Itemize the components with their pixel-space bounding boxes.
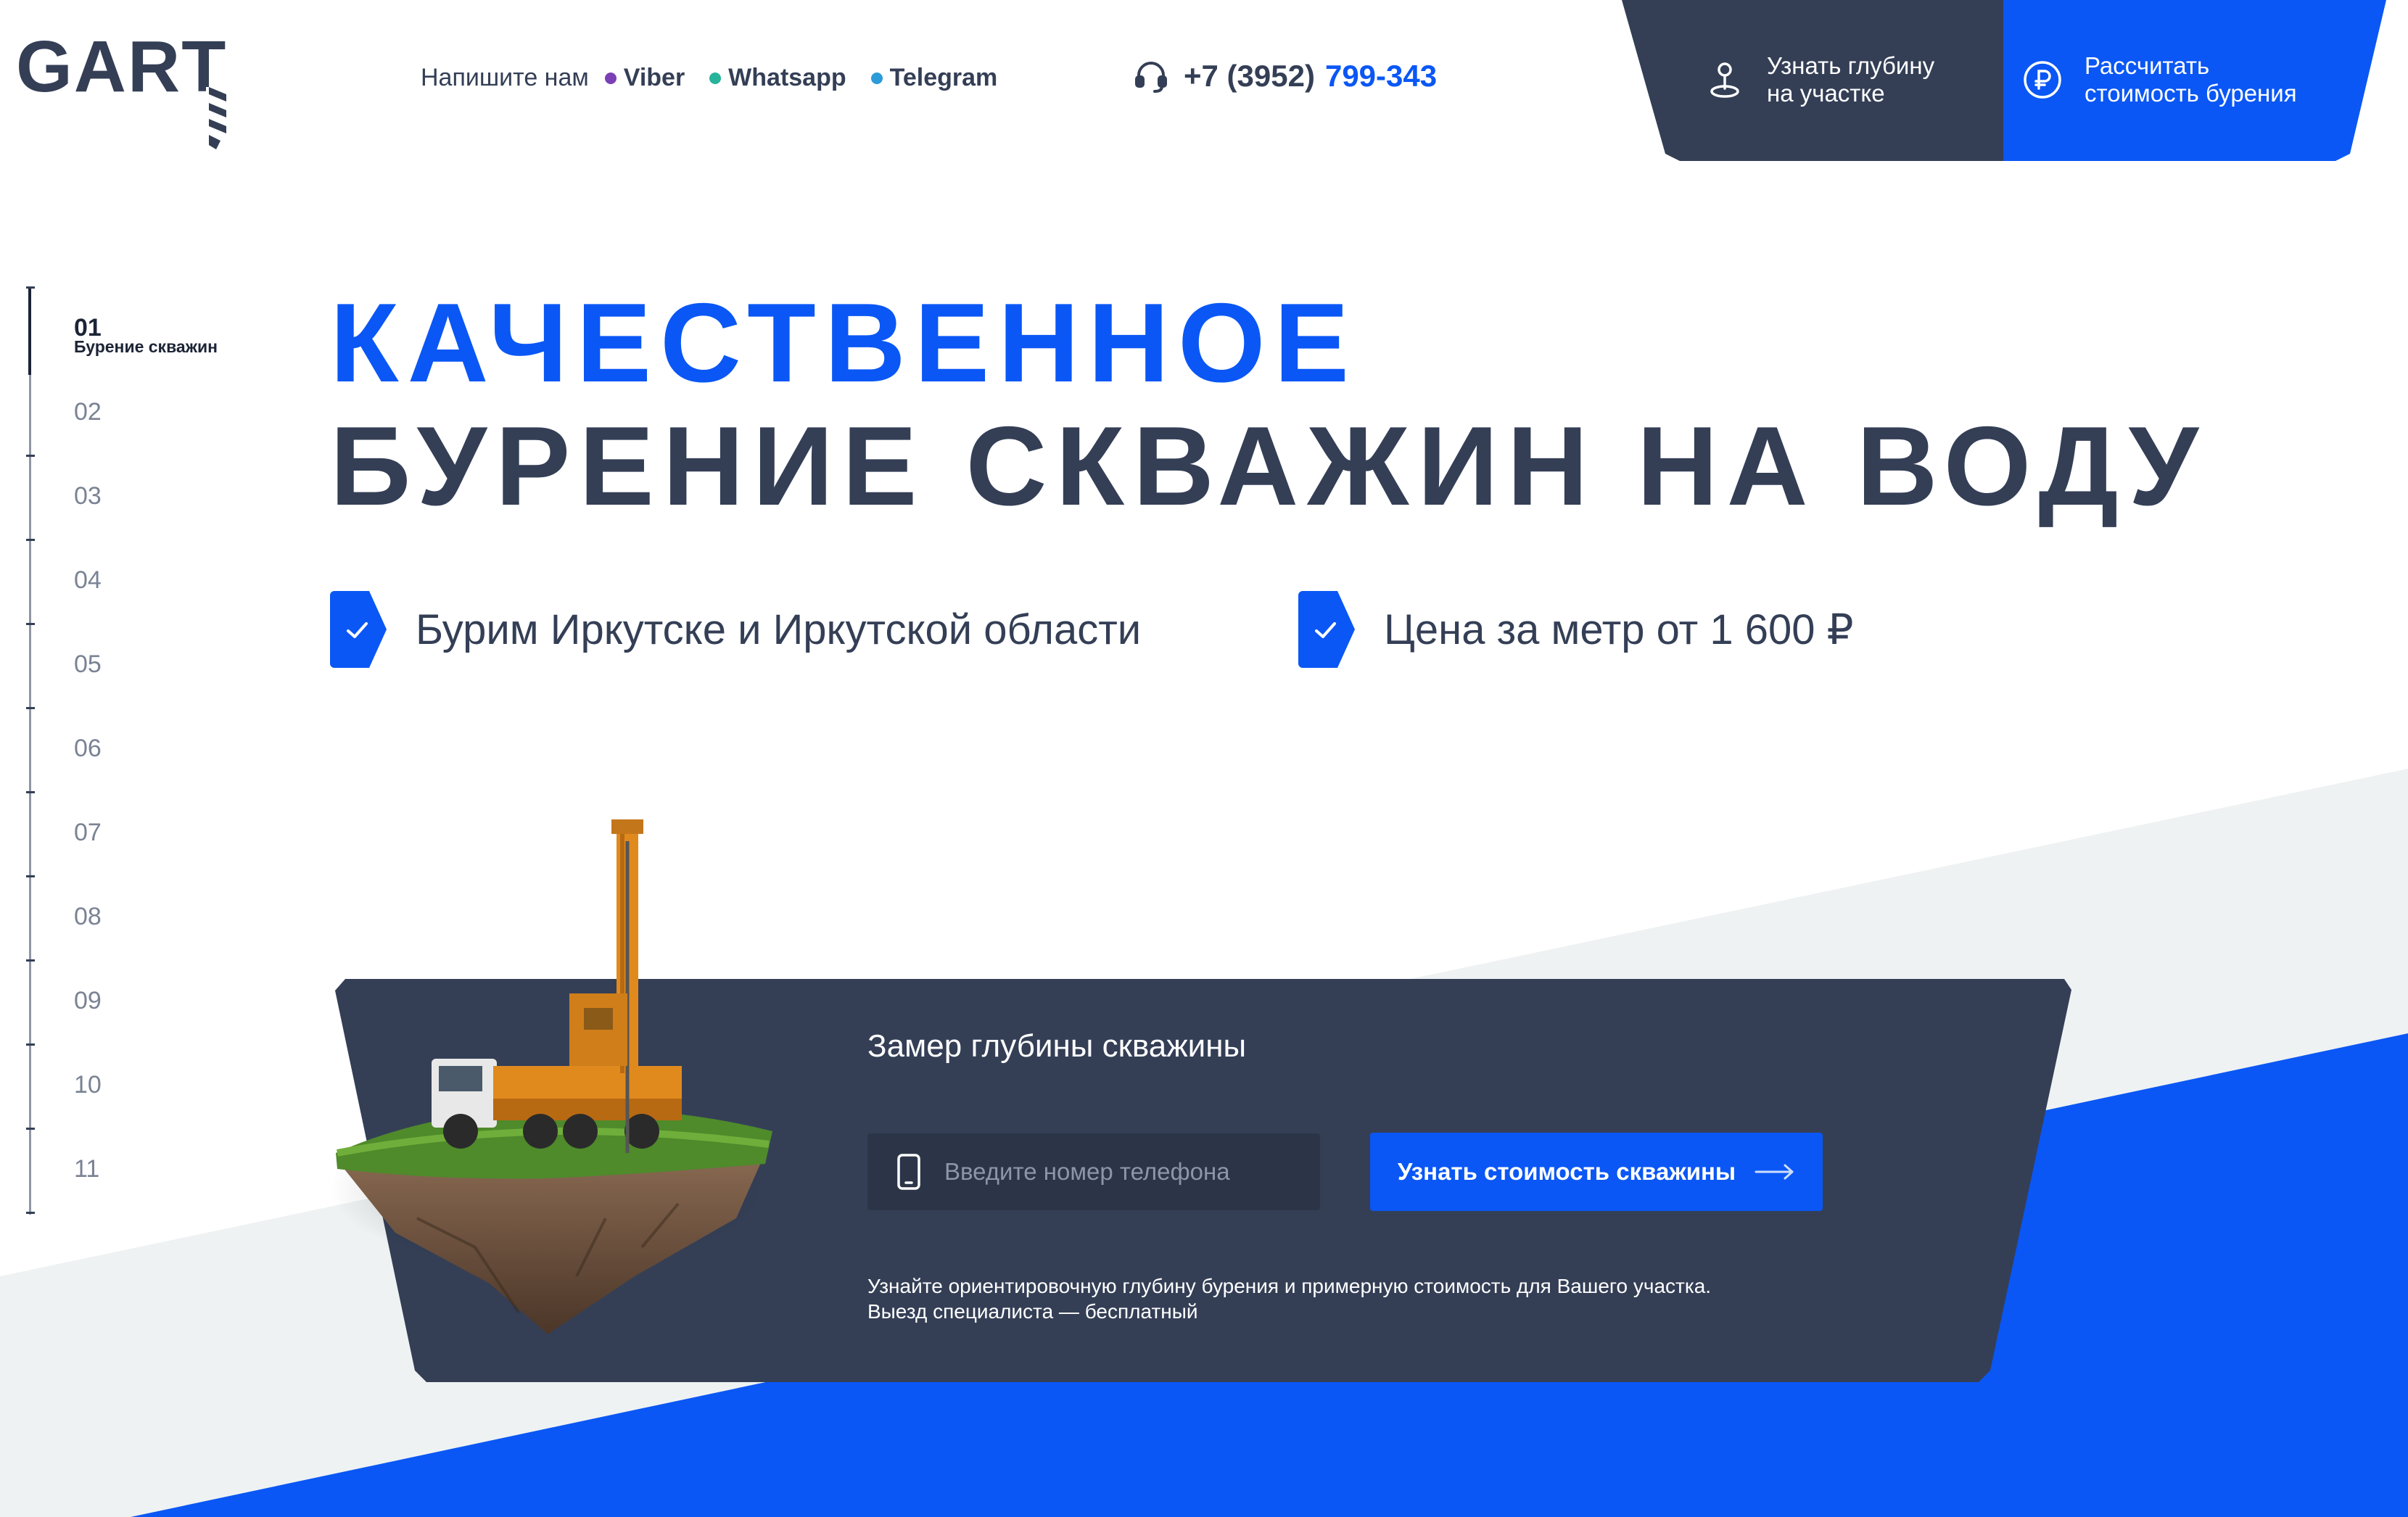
nav-active-indicator <box>28 286 31 375</box>
arrow-right-icon <box>1755 1164 1794 1180</box>
nav-item-01-label: Бурение скважин <box>74 337 218 356</box>
feature-region: Бурим Иркутске и Иркутской области <box>330 591 1141 668</box>
headset-icon <box>1135 62 1167 93</box>
calculate-cost-button[interactable]: Рассчитать стоимость бурения <box>2022 52 2297 107</box>
phone-link[interactable]: +7 (3952) 799-343 <box>1133 58 1437 94</box>
whatsapp-dot-icon <box>709 72 722 84</box>
check-icon <box>1298 591 1355 668</box>
check-icon <box>330 591 387 668</box>
viber-link[interactable]: Viber <box>604 64 685 92</box>
nav-item-08[interactable]: 08 <box>74 903 102 931</box>
nav-item-09[interactable]: 09 <box>74 987 102 1015</box>
find-depth-line1: Узнать глубину <box>1767 52 1935 79</box>
find-depth-button[interactable]: Узнать глубину на участке <box>1704 52 1934 107</box>
form-note: Узнайте ориентировочную глубину бурения … <box>867 1273 1883 1324</box>
drill-rig-illustration <box>330 819 772 1334</box>
calculate-cost-line1: Рассчитать <box>2085 52 2210 79</box>
phone-code: +7 (3952) <box>1184 59 1315 93</box>
mobile-phone-icon <box>897 1154 920 1190</box>
nav-item-05[interactable]: 05 <box>74 650 102 679</box>
whatsapp-label: Whatsapp <box>728 64 846 91</box>
nav-item-11[interactable]: 11 <box>74 1155 99 1183</box>
telegram-label: Telegram <box>889 64 998 91</box>
phone-number: 799-343 <box>1324 59 1438 93</box>
messenger-contacts: Напишите нам Viber Whatsapp Telegram <box>421 64 1022 92</box>
feature-price: Цена за метр от 1 600 ₽ <box>1298 591 1854 668</box>
section-nav: 01 Бурение скважин 02 03 04 05 06 07 08 … <box>26 286 247 1215</box>
nav-item-06[interactable]: 06 <box>74 735 102 763</box>
whatsapp-link[interactable]: Whatsapp <box>709 64 846 92</box>
viber-label: Viber <box>623 64 685 91</box>
form-title: Замер глубины скважины <box>867 1028 1247 1064</box>
location-pin-icon <box>1710 62 1739 98</box>
logo[interactable]: GART <box>16 26 234 149</box>
hero-title-line1: КАЧЕСТВЕННОЕ <box>330 280 1358 405</box>
nav-item-10[interactable]: 10 <box>74 1071 102 1099</box>
phone-field[interactable] <box>867 1133 1320 1210</box>
telegram-dot-icon <box>870 72 883 84</box>
nav-item-04[interactable]: 04 <box>74 566 102 595</box>
find-depth-line2: на участке <box>1767 79 1885 107</box>
ruble-icon <box>2024 61 2061 99</box>
form-note-line1: Узнайте ориентировочную глубину бурения … <box>867 1275 1712 1297</box>
feature-price-text: Цена за метр от 1 600 ₽ <box>1384 606 1854 653</box>
write-us-label: Напишите нам <box>421 64 589 91</box>
feature-region-text: Бурим Иркутске и Иркутской области <box>416 605 1142 653</box>
nav-item-03[interactable]: 03 <box>74 482 102 511</box>
form-note-line2: Выезд специалиста — бесплатный <box>867 1300 1198 1323</box>
nav-item-02[interactable]: 02 <box>74 398 102 426</box>
nav-item-07[interactable]: 07 <box>74 819 102 847</box>
get-price-button[interactable]: Узнать стоимость скважины <box>1370 1133 1823 1211</box>
viber-dot-icon <box>604 72 617 84</box>
drill-bit-icon <box>206 87 226 149</box>
phone-input[interactable] <box>943 1157 1294 1186</box>
nav-track <box>29 286 31 1215</box>
logo-text: GART <box>16 26 228 107</box>
get-price-label: Узнать стоимость скважины <box>1397 1158 1736 1185</box>
calculate-cost-line2: стоимость бурения <box>2085 79 2297 107</box>
hero-title-line2: БУРЕНИЕ СКВАЖИН НА ВОДУ <box>330 403 2207 529</box>
telegram-link[interactable]: Telegram <box>870 64 998 92</box>
